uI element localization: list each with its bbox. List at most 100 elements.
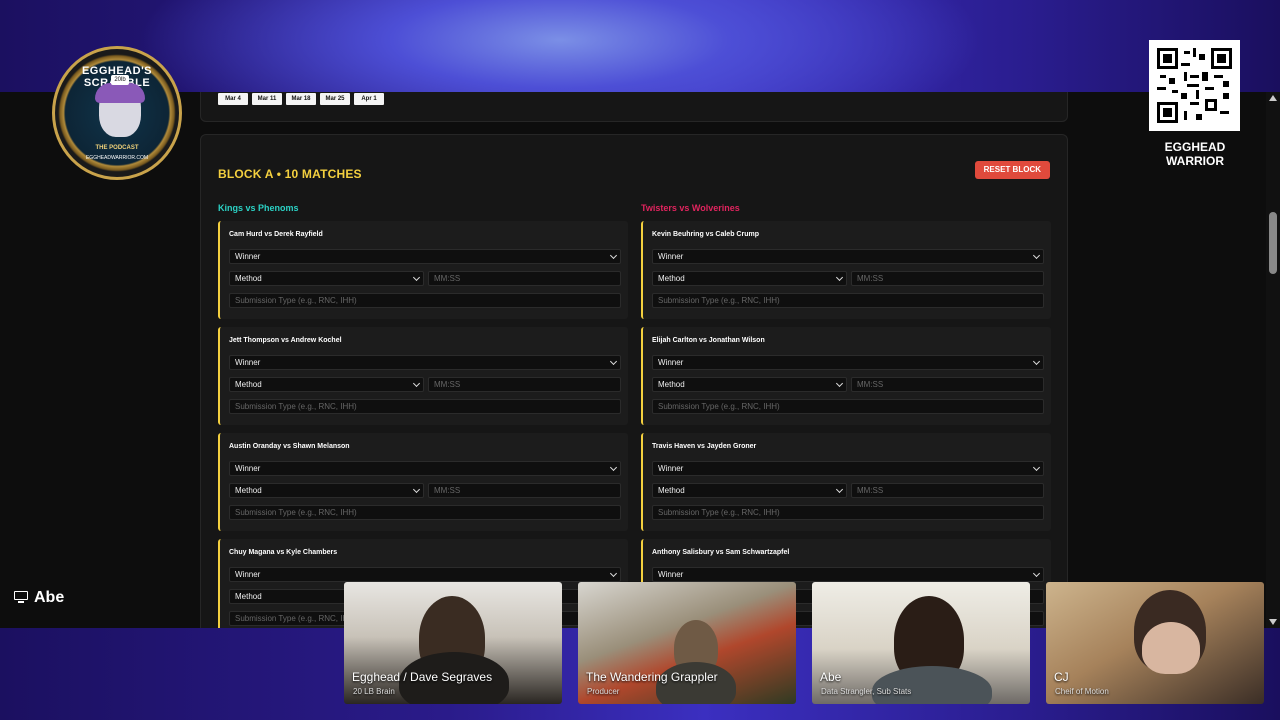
match-title: Kevin Beuhring vs Caleb Crump [652, 231, 759, 238]
method-select[interactable]: Method [229, 377, 424, 392]
chevron-down-icon [835, 485, 844, 494]
monitor-icon [14, 591, 28, 605]
right-team-column: Twisters vs Wolverines Kevin Beuhring vs… [641, 203, 1051, 628]
winner-select[interactable]: Winner [229, 355, 621, 370]
week-chip[interactable]: Mar 25 [320, 93, 350, 105]
participant-video-tile[interactable]: CJ Cheif of Motion [1046, 582, 1264, 704]
select-value: Winner [235, 252, 261, 261]
qr-code-icon [1157, 48, 1232, 123]
participant-role: Producer [587, 687, 620, 696]
winner-select[interactable]: Winner [652, 567, 1044, 582]
submission-type-input[interactable]: Submission Type (e.g., RNC, IHH) [652, 293, 1044, 308]
match-title: Chuy Magana vs Kyle Chambers [229, 549, 338, 556]
shared-screen: Mar 4 Mar 11 Mar 18 Mar 25 Apr 1 BLOCK A… [0, 92, 1280, 628]
chevron-down-icon [1032, 569, 1041, 578]
week-chip[interactable]: Apr 1 [354, 93, 384, 105]
method-select[interactable]: Method [652, 271, 847, 286]
time-input[interactable]: MM:SS [428, 483, 621, 498]
winner-select[interactable]: Winner [652, 249, 1044, 264]
submission-type-input[interactable]: Submission Type (e.g., RNC, IHH) [652, 399, 1044, 414]
match-title: Travis Haven vs Jayden Groner [652, 443, 757, 450]
select-value: Winner [235, 358, 261, 367]
qr-caption-line: WARRIOR [1166, 154, 1224, 168]
participant-role: 20 LB Brain [353, 687, 395, 696]
select-value: Method [658, 486, 685, 495]
submission-type-input[interactable]: Submission Type (e.g., RNC, IHH) [229, 399, 621, 414]
select-value: Method [235, 486, 262, 495]
participant-role: Cheif of Motion [1055, 687, 1109, 696]
qr-caption: EGGHEAD WARRIOR [1140, 140, 1250, 168]
participant-video-tile[interactable]: Abe Data Strangler, Sub Stats [812, 582, 1030, 704]
chevron-down-icon [1032, 463, 1041, 472]
time-input[interactable]: MM:SS [428, 377, 621, 392]
time-input[interactable]: MM:SS [851, 377, 1044, 392]
match-title: Cam Hurd vs Derek Rayfield [229, 231, 323, 238]
scroll-up-icon[interactable] [1269, 95, 1277, 101]
participant-video-feed [1142, 622, 1200, 674]
select-value: Method [235, 274, 262, 283]
winner-select[interactable]: Winner [229, 249, 621, 264]
reset-block-button[interactable]: RESET BLOCK [974, 161, 1050, 179]
block-title: BLOCK A • 10 MATCHES [218, 167, 362, 181]
select-value: Winner [658, 358, 684, 367]
participant-name: The Wandering Grappler [586, 670, 718, 684]
match-card: Cam Hurd vs Derek Rayfield Winner Method… [218, 221, 628, 319]
week-chips: Mar 4 Mar 11 Mar 18 Mar 25 Apr 1 [218, 93, 384, 105]
qr-code [1149, 40, 1240, 131]
match-card: Austin Oranday vs Shawn Melanson Winner … [218, 433, 628, 531]
winner-select[interactable]: Winner [229, 461, 621, 476]
participant-video-tile[interactable]: The Wandering Grappler Producer [578, 582, 796, 704]
method-select[interactable]: Method [652, 377, 847, 392]
week-chip[interactable]: Mar 18 [286, 93, 316, 105]
logo-url: EGGHEADWARRIOR.COM [85, 155, 149, 161]
time-input[interactable]: MM:SS [851, 483, 1044, 498]
chevron-down-icon [609, 569, 618, 578]
podcast-logo: EGGHEAD'S SCRAMBLE 20lb THE PODCAST EGGH… [52, 46, 182, 180]
participant-role: Data Strangler, Sub Stats [821, 687, 912, 696]
scrollbar-thumb[interactable] [1269, 212, 1277, 274]
select-value: Winner [235, 464, 261, 473]
method-select[interactable]: Method [229, 483, 424, 498]
winner-select[interactable]: Winner [652, 461, 1044, 476]
method-select[interactable]: Method [652, 483, 847, 498]
match-card: Kevin Beuhring vs Caleb Crump Winner Met… [641, 221, 1051, 319]
match-card: Travis Haven vs Jayden Groner Winner Met… [641, 433, 1051, 531]
select-value: Method [235, 380, 262, 389]
method-select[interactable]: Method [229, 271, 424, 286]
chevron-down-icon [412, 379, 421, 388]
participant-video-tile[interactable]: Egghead / Dave Segraves 20 LB Brain [344, 582, 562, 704]
winner-select[interactable]: Winner [652, 355, 1044, 370]
match-card: Elijah Carlton vs Jonathan Wilson Winner… [641, 327, 1051, 425]
winner-select[interactable]: Winner [229, 567, 621, 582]
select-value: Winner [658, 464, 684, 473]
chevron-down-icon [1032, 251, 1041, 260]
chevron-down-icon [609, 251, 618, 260]
logo-mascot-icon [95, 83, 145, 137]
participant-name: Abe [820, 670, 842, 684]
scroll-down-icon[interactable] [1269, 619, 1277, 625]
logo-badge: 20lb [111, 75, 129, 85]
match-title: Anthony Salisbury vs Sam Schwartzapfel [652, 549, 790, 556]
submission-type-input[interactable]: Submission Type (e.g., RNC, IHH) [229, 505, 621, 520]
week-strip-card: Mar 4 Mar 11 Mar 18 Mar 25 Apr 1 [200, 92, 1068, 122]
screen-share-label: Abe [14, 589, 64, 607]
team-matchup-heading: Twisters vs Wolverines [641, 203, 740, 213]
qr-caption-line: EGGHEAD [1164, 140, 1226, 154]
vertical-scrollbar[interactable] [1266, 92, 1280, 628]
team-matchup-heading: Kings vs Phenoms [218, 203, 299, 213]
chevron-down-icon [835, 379, 844, 388]
select-value: Winner [658, 252, 684, 261]
block-card: BLOCK A • 10 MATCHES RESET BLOCK Kings v… [200, 134, 1068, 628]
week-chip[interactable]: Mar 4 [218, 93, 248, 105]
logo-subtitle: THE PODCAST [95, 145, 139, 151]
select-value: Method [658, 274, 685, 283]
select-value: Winner [658, 570, 684, 579]
time-input[interactable]: MM:SS [851, 271, 1044, 286]
match-title: Austin Oranday vs Shawn Melanson [229, 443, 350, 450]
week-chip[interactable]: Mar 11 [252, 93, 282, 105]
submission-type-input[interactable]: Submission Type (e.g., RNC, IHH) [652, 505, 1044, 520]
time-input[interactable]: MM:SS [428, 271, 621, 286]
match-title: Jett Thompson vs Andrew Kochel [229, 337, 342, 344]
submission-type-input[interactable]: Submission Type (e.g., RNC, IHH) [229, 293, 621, 308]
chevron-down-icon [609, 463, 618, 472]
